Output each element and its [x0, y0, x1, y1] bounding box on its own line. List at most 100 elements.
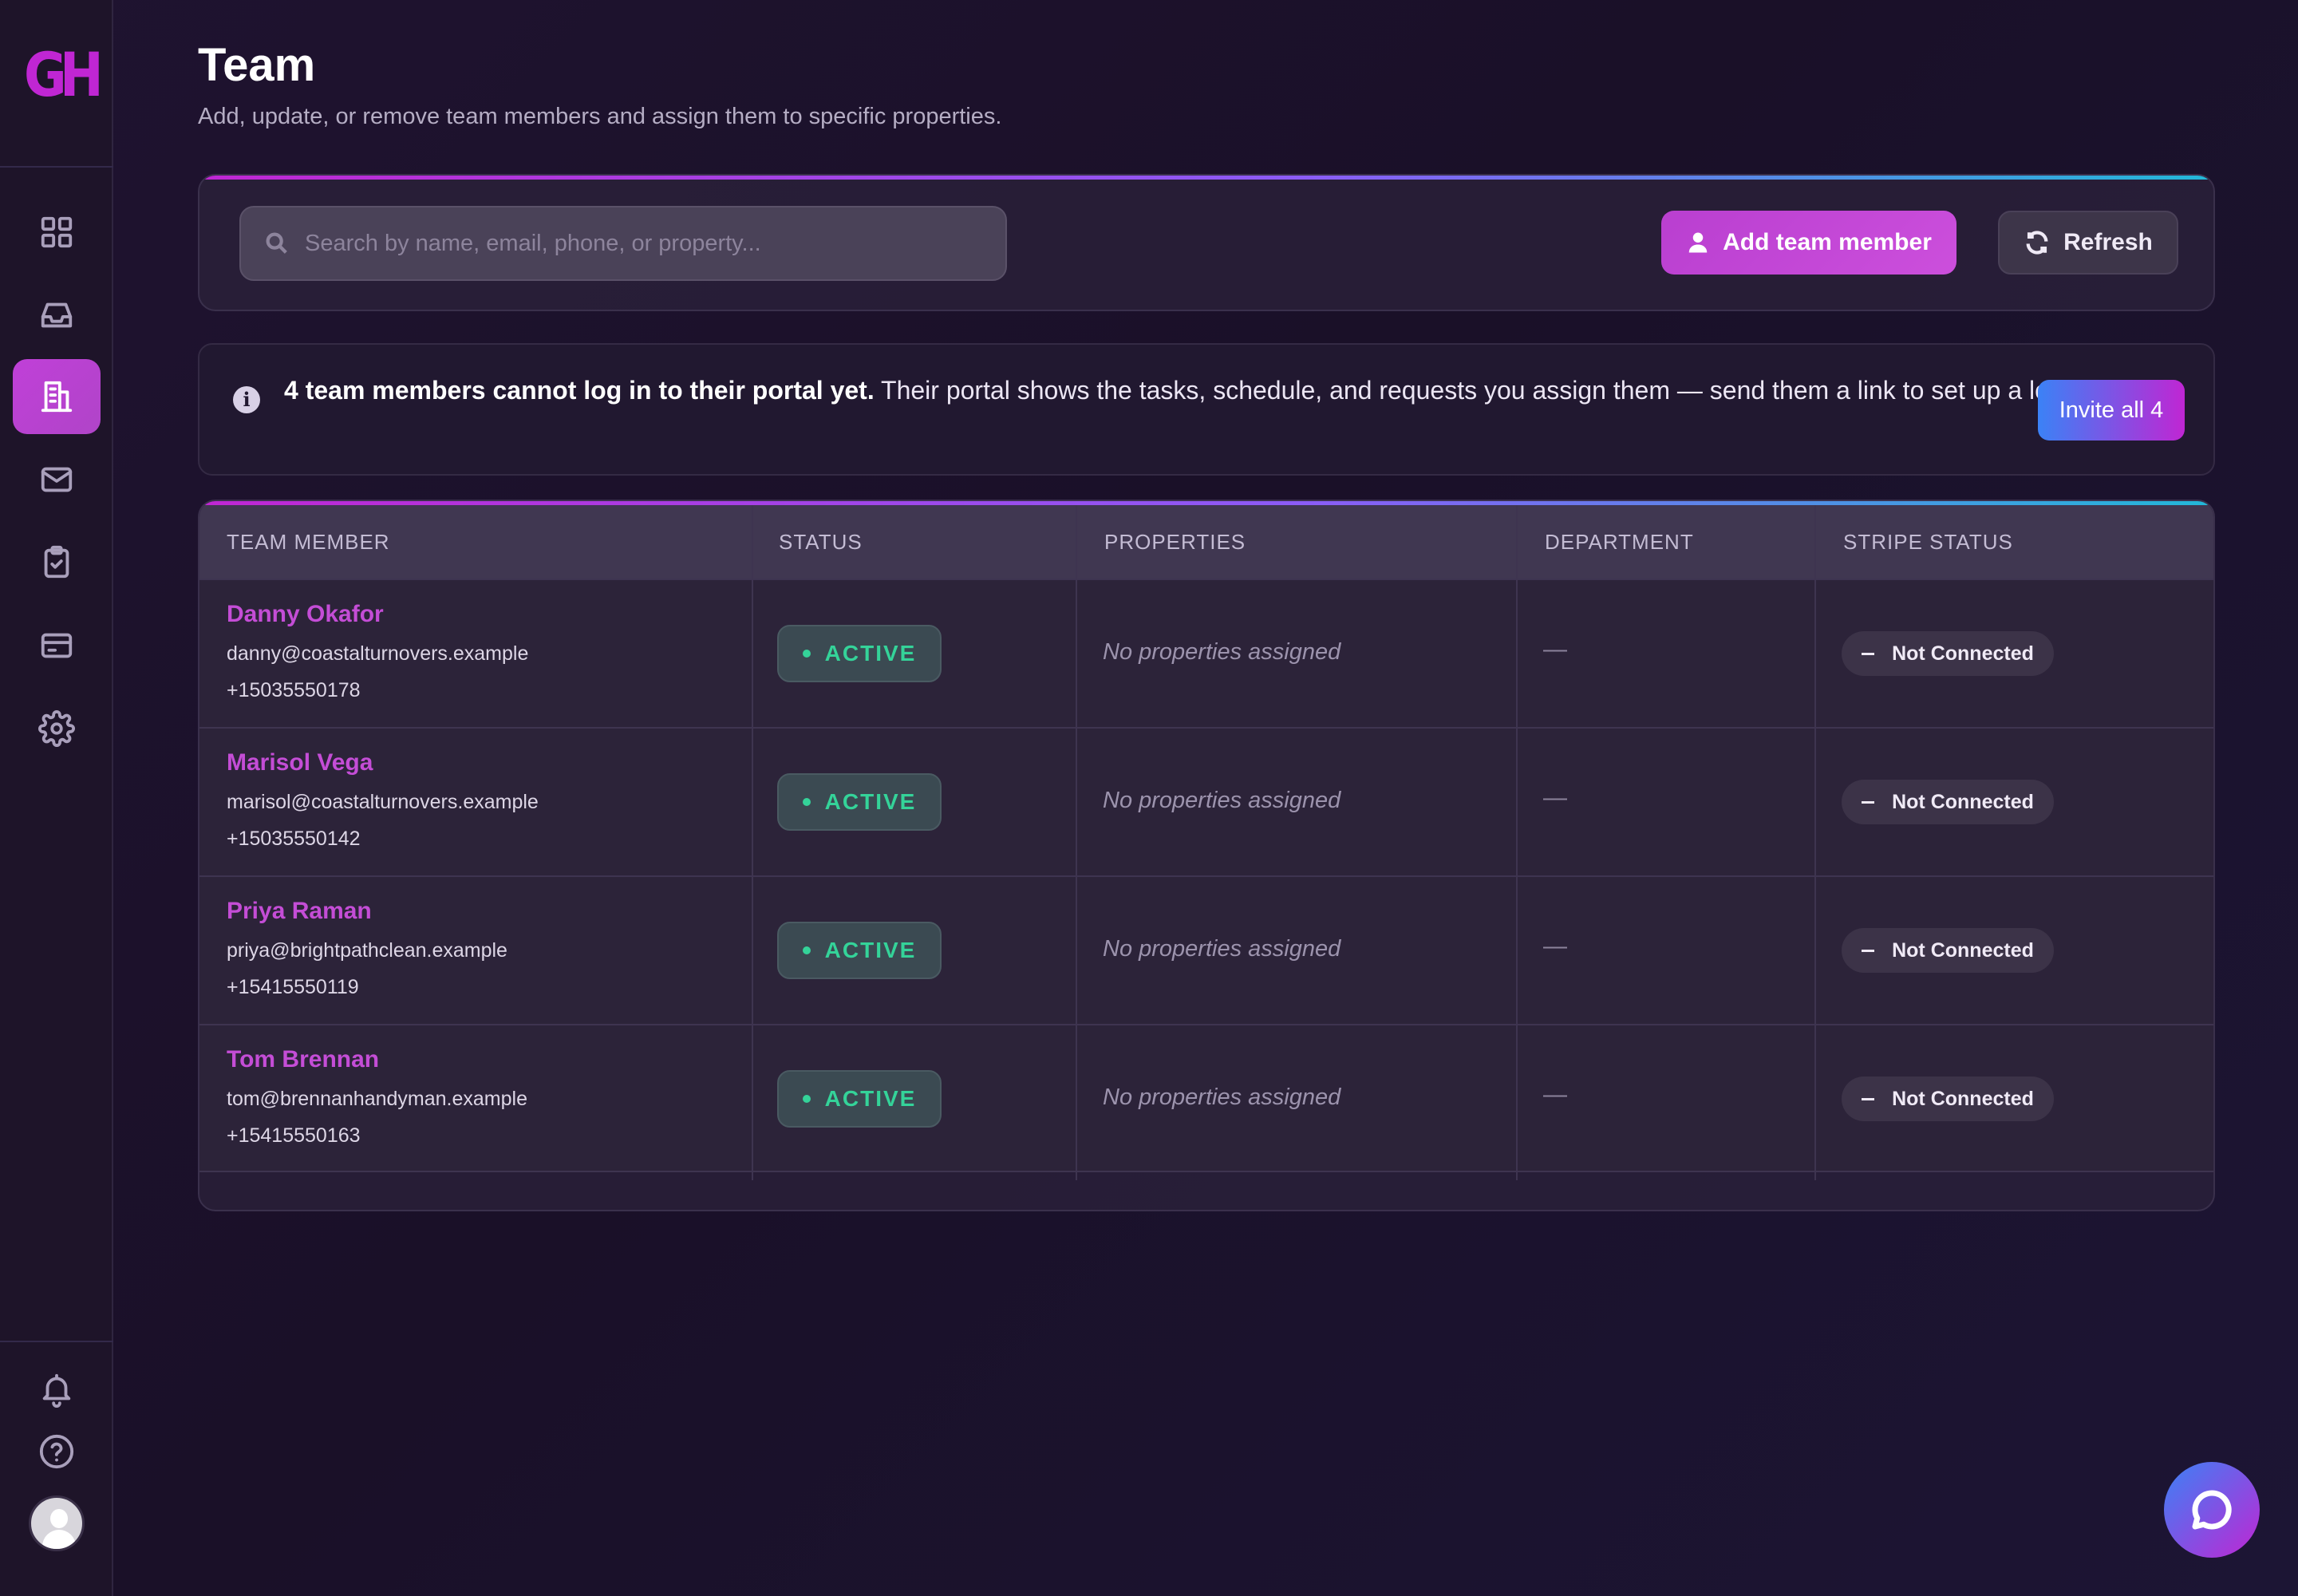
member-name[interactable]: Marisol Vega — [227, 749, 373, 776]
status-label: ACTIVE — [824, 789, 917, 814]
avatar[interactable] — [29, 1495, 85, 1551]
member-name[interactable]: Tom Brennan — [227, 1046, 379, 1073]
sidebar-item-settings[interactable] — [13, 691, 101, 766]
member-email: tom@brennanhandyman.example — [227, 1088, 527, 1110]
member-email: danny@coastalturnovers.example — [227, 642, 529, 665]
search-input[interactable] — [305, 230, 1005, 257]
column-divider — [1076, 505, 1077, 1180]
member-phone: +15415550163 — [227, 1124, 361, 1147]
column-divider — [1814, 505, 1816, 1180]
sidebar-item-billing[interactable] — [13, 608, 101, 683]
sidebar-item-dashboard[interactable] — [13, 195, 101, 270]
refresh-button[interactable]: Refresh — [1998, 211, 2178, 275]
inbox-icon — [41, 302, 73, 328]
minus-icon — [1862, 1097, 1875, 1100]
app-logo[interactable]: GH — [24, 43, 104, 107]
sidebar-item-properties[interactable] — [13, 359, 101, 434]
member-email: priya@brightpathclean.example — [227, 939, 507, 962]
add-team-member-button[interactable]: Add team member — [1661, 211, 1956, 275]
avatar-head — [50, 1509, 68, 1528]
table-row[interactable]: Tom Brennan tom@brennanhandyman.example … — [199, 1024, 2213, 1172]
member-name[interactable]: Priya Raman — [227, 898, 372, 925]
column-divider — [1516, 505, 1518, 1180]
properties-cell: No properties assigned — [1103, 936, 1341, 962]
help-button[interactable] — [13, 1414, 101, 1489]
refresh-label: Refresh — [2063, 229, 2153, 255]
team-table: TEAM MEMBER STATUS PROPERTIES DEPARTMENT… — [198, 500, 2215, 1211]
refresh-icon — [2026, 231, 2048, 255]
sidebar-item-messages[interactable] — [13, 442, 101, 517]
department-cell: — — [1543, 784, 1567, 811]
status-badge: ACTIVE — [777, 922, 942, 979]
minus-icon — [1862, 800, 1875, 804]
column-divider — [752, 505, 753, 1180]
sidebar-divider — [0, 166, 113, 168]
table-row[interactable]: Priya Raman priya@brightpathclean.exampl… — [199, 875, 2213, 1024]
column-header-stripe-status[interactable]: STRIPE STATUS — [1843, 505, 2013, 579]
table-header: TEAM MEMBER STATUS PROPERTIES DEPARTMENT… — [199, 505, 2213, 579]
grid-icon — [41, 216, 73, 248]
stripe-status-label: Not Connected — [1892, 642, 2034, 665]
column-header-team-member[interactable]: TEAM MEMBER — [227, 505, 390, 579]
page-title: Team — [198, 39, 316, 91]
column-header-properties[interactable]: PROPERTIES — [1104, 505, 1246, 579]
status-badge: ACTIVE — [777, 1070, 942, 1128]
sidebar-item-inbox[interactable] — [13, 278, 101, 353]
minus-icon — [1862, 949, 1875, 952]
member-phone: +15415550119 — [227, 976, 359, 998]
user-icon — [1688, 232, 1708, 253]
member-phone: +15035550178 — [227, 679, 361, 701]
login-notice: i 4 team members cannot log in to their … — [198, 343, 2215, 476]
page-subtitle: Add, update, or remove team members and … — [198, 104, 1002, 129]
search-icon — [263, 230, 290, 257]
stripe-status-label: Not Connected — [1892, 938, 2034, 962]
avatar-body — [42, 1530, 76, 1549]
member-email: marisol@coastalturnovers.example — [227, 791, 539, 813]
notice-body: Their portal shows the tasks, schedule, … — [874, 376, 2091, 405]
status-dot — [802, 650, 811, 658]
clipboard-check-icon — [44, 545, 69, 579]
credit-card-icon — [41, 633, 73, 658]
add-team-member-label: Add team member — [1723, 229, 1932, 255]
bell-icon — [42, 1373, 71, 1408]
status-label: ACTIVE — [824, 1086, 917, 1111]
department-cell: — — [1543, 933, 1567, 959]
properties-cell: No properties assigned — [1103, 1084, 1341, 1110]
status-dot — [802, 798, 811, 806]
sidebar: GH — [0, 0, 113, 1596]
info-icon: i — [233, 386, 260, 413]
column-header-status[interactable]: STATUS — [779, 505, 863, 579]
chat-bubble-icon — [2192, 1490, 2232, 1530]
department-cell: — — [1543, 1081, 1567, 1108]
status-dot — [802, 1095, 811, 1103]
column-header-department[interactable]: DEPARTMENT — [1545, 505, 1694, 579]
department-cell: — — [1543, 636, 1567, 662]
building-icon — [41, 381, 73, 413]
status-dot — [802, 946, 811, 954]
stripe-status-label: Not Connected — [1892, 790, 2034, 813]
member-phone: +15035550142 — [227, 828, 361, 850]
stripe-status-badge: Not Connected — [1842, 928, 2054, 973]
minus-icon — [1862, 652, 1875, 655]
status-label: ACTIVE — [824, 641, 917, 666]
chat-button[interactable] — [2164, 1462, 2260, 1558]
table-row[interactable]: Danny Okafor danny@coastalturnovers.exam… — [199, 579, 2213, 727]
member-name[interactable]: Danny Okafor — [227, 601, 384, 628]
invite-all-button[interactable]: Invite all 4 — [2038, 380, 2185, 440]
status-label: ACTIVE — [824, 938, 917, 962]
sidebar-item-tasks[interactable] — [13, 525, 101, 600]
stripe-status-badge: Not Connected — [1842, 1077, 2054, 1121]
table-row[interactable]: Marisol Vega marisol@coastalturnovers.ex… — [199, 727, 2213, 875]
toolbar-card: Add team member Refresh — [198, 174, 2215, 311]
notice-bold: 4 team members cannot log in to their po… — [284, 376, 875, 405]
stripe-status-badge: Not Connected — [1842, 631, 2054, 676]
sidebar-divider — [0, 1341, 113, 1342]
mail-icon — [41, 467, 73, 492]
stripe-status-label: Not Connected — [1892, 1087, 2034, 1110]
search-box[interactable] — [239, 206, 1007, 281]
gear-icon — [38, 710, 75, 747]
notice-text: 4 team members cannot log in to their po… — [284, 370, 2199, 410]
properties-cell: No properties assigned — [1103, 639, 1341, 665]
status-badge: ACTIVE — [777, 625, 942, 682]
properties-cell: No properties assigned — [1103, 788, 1341, 813]
